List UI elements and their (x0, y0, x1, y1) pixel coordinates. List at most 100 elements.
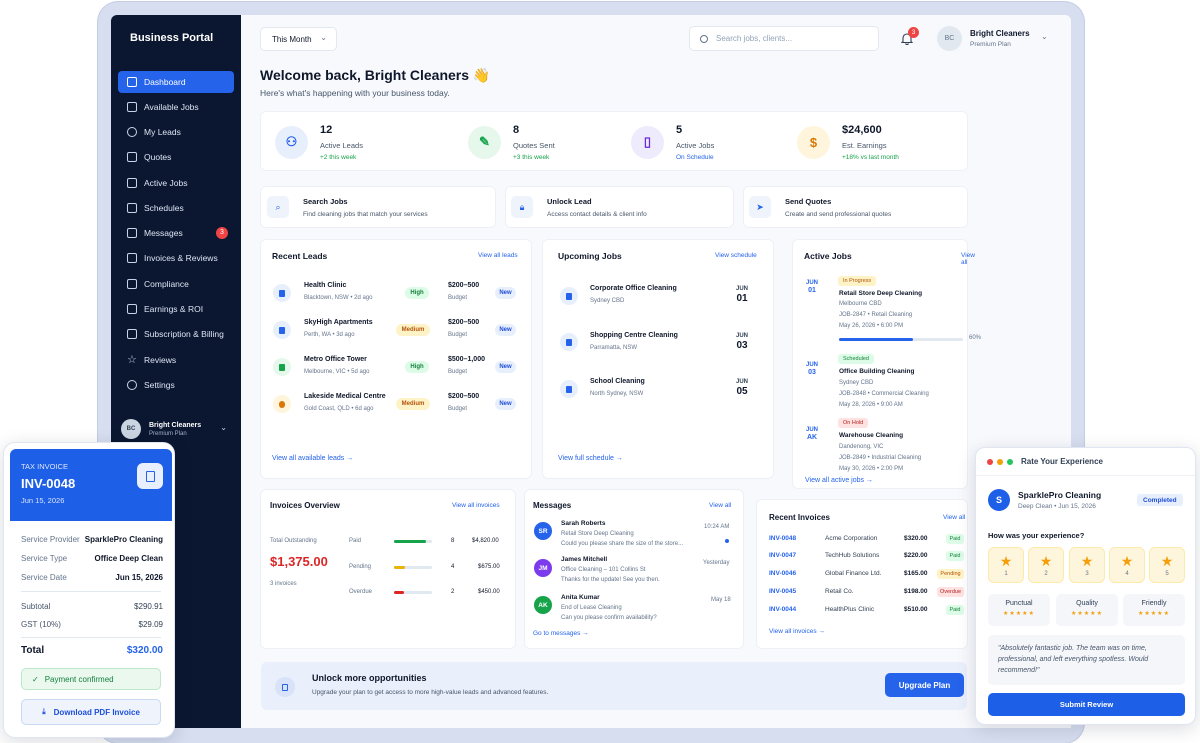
view-all-available-leads-link[interactable]: View all available leads → (272, 455, 353, 462)
go-to-messages-link[interactable]: Go to messages → (533, 630, 589, 637)
stat-active-leads[interactable]: ⚇ 12 Active Leads +2 this week (275, 112, 363, 172)
stat-quotes-sent[interactable]: ✎ 8 Quotes Sent +3 this week (468, 112, 555, 172)
message-sender[interactable]: James Mitchell (561, 556, 607, 563)
sidebar-user[interactable]: BC Bright Cleaners Premium Plan ⌄ (121, 417, 233, 441)
sidebar-item-invoices-reviews[interactable]: Invoices & Reviews (118, 247, 234, 269)
sidebar-item-earnings[interactable]: Earnings & ROI (118, 298, 234, 320)
star-rating-3[interactable]: ★ 3 (1069, 547, 1105, 583)
invoice-status-amount: $450.00 (478, 589, 500, 595)
job-name[interactable]: Warehouse Cleaning (839, 432, 903, 439)
view-all-leads-link[interactable]: View all leads (478, 252, 518, 259)
sidebar-item-available-jobs[interactable]: Available Jobs (118, 96, 234, 118)
document-icon (275, 677, 295, 697)
gst-label: GST (10%) (21, 620, 61, 629)
status-badge: Overdue (937, 587, 964, 597)
sidebar-user-plan: Premium Plan (149, 430, 187, 437)
sidebar-item-compliance[interactable]: Compliance (118, 273, 234, 295)
brand-title: Business Portal (130, 32, 214, 44)
invoice-id[interactable]: INV-0045 (769, 588, 796, 595)
job-name[interactable]: Shopping Centre Cleaning (590, 332, 678, 339)
sidebar-item-settings[interactable]: Settings (118, 374, 234, 396)
search-input[interactable]: Search jobs, clients... (689, 26, 879, 51)
quick-action-send-quotes[interactable]: ➤ Send Quotes Create and send professiona… (743, 186, 968, 228)
avatar[interactable]: BC (937, 26, 962, 51)
submit-review-button[interactable]: Submit Review (988, 693, 1185, 716)
criteria-stars: ★★★★★ (1003, 611, 1035, 617)
sidebar-item-reviews[interactable]: ☆ Reviews (118, 349, 234, 371)
outstanding-amount: $1,375.00 (270, 554, 328, 569)
sidebar-item-my-leads[interactable]: My Leads (118, 121, 234, 143)
view-all-invoices-link[interactable]: View all invoices (452, 502, 500, 509)
lead-budget: $200–500 (448, 282, 480, 289)
download-pdf-button[interactable]: ⤓ Download PDF Invoice (21, 699, 161, 725)
sidebar-item-active-jobs[interactable]: Active Jobs (118, 172, 234, 194)
date-month: JUN (806, 280, 819, 286)
view-all-invoices-link[interactable]: View all (943, 514, 965, 521)
invoice-id[interactable]: INV-0047 (769, 552, 796, 559)
maximize-dot[interactable] (1007, 459, 1013, 465)
invoice-id[interactable]: INV-0048 (769, 535, 796, 542)
quick-action-unlock-lead[interactable]: 🔒︎ Unlock Lead Access contact details & c… (505, 186, 734, 228)
criteria-label: Quality (1076, 600, 1098, 607)
status-badge: New (495, 361, 516, 373)
job-name[interactable]: Corporate Office Cleaning (590, 285, 677, 292)
invoice-id[interactable]: INV-0046 (769, 570, 796, 577)
criteria-punctual[interactable]: Punctual ★★★★★ (988, 594, 1050, 626)
sidebar-item-dashboard[interactable]: Dashboard (118, 71, 234, 93)
lead-name[interactable]: SkyHigh Apartments (304, 319, 373, 326)
invoice-status-count: 2 (451, 589, 455, 595)
star-rating-5[interactable]: ★ 5 (1149, 547, 1185, 583)
criteria-friendly[interactable]: Friendly ★★★★★ (1123, 594, 1185, 626)
stat-active-jobs[interactable]: ▯ 5 Active Jobs On Schedule (631, 112, 714, 172)
upgrade-plan-button[interactable]: Upgrade Plan (885, 673, 964, 697)
job-name[interactable]: Retail Store Deep Cleaning (839, 290, 922, 297)
period-select[interactable]: This Month ⌄ (260, 27, 337, 51)
date-day: 05 (736, 386, 748, 397)
shopping-icon (560, 333, 578, 351)
sidebar-item-label: Subscription & Billing (144, 329, 224, 339)
invoice-client: Acme Corporation (825, 535, 878, 542)
view-all-messages-link[interactable]: View all (709, 502, 731, 509)
message-sender[interactable]: Anita Kumar (561, 594, 600, 601)
star-rating-2[interactable]: ★ 2 (1028, 547, 1064, 583)
star-icon: ★ (999, 553, 1013, 569)
quick-action-search-jobs[interactable]: ⌕ Search Jobs Find cleaning jobs that mat… (260, 186, 496, 228)
sidebar-item-subscription[interactable]: Subscription & Billing (118, 323, 234, 345)
sidebar-item-schedules[interactable]: Schedules (118, 197, 234, 219)
panel-title: Messages (533, 501, 572, 510)
view-all-invoices-footer-link[interactable]: View all invoices → (769, 628, 825, 635)
minimize-dot[interactable] (997, 459, 1003, 465)
job-ref: JOB-2847 • Retail Cleaning (839, 312, 913, 318)
download-pdf-label: Download PDF Invoice (53, 707, 140, 717)
invoice-id[interactable]: INV-0044 (769, 606, 796, 613)
review-textarea[interactable]: "Absolutely fantastic job. The team was … (988, 635, 1185, 685)
message-sender[interactable]: Sarah Roberts (561, 520, 605, 527)
close-dot[interactable] (987, 459, 993, 465)
view-all-active-link[interactable]: View all (961, 252, 975, 266)
avatar: JM (534, 559, 552, 577)
avatar: AK (534, 596, 552, 614)
message-subject: End of Lease Cleaning (561, 605, 622, 611)
lead-name[interactable]: Metro Office Tower (304, 356, 367, 363)
job-place: Dandenong, VIC (839, 444, 884, 450)
sidebar-item-messages[interactable]: Messages 3 (118, 222, 234, 244)
date-day: 01 (736, 293, 748, 304)
stat-earnings[interactable]: $ $24,600 Est. Earnings +18% vs last month (797, 112, 899, 172)
star-rating-1[interactable]: ★ 1 (988, 547, 1024, 583)
lead-name[interactable]: Lakeside Medical Centre (304, 393, 386, 400)
criteria-quality[interactable]: Quality ★★★★★ (1056, 594, 1118, 626)
view-full-schedule-link[interactable]: View full schedule → (558, 455, 623, 462)
view-all-active-jobs-link[interactable]: View all active jobs → (805, 477, 873, 484)
star-icon: ★ (1120, 553, 1134, 569)
job-name[interactable]: School Cleaning (590, 378, 645, 385)
date-day: AK (806, 434, 818, 441)
user-name: Bright Cleaners (970, 29, 1030, 38)
chevron-down-icon[interactable]: ⌄ (1041, 32, 1048, 41)
lead-name[interactable]: Health Clinic (304, 282, 346, 289)
star-rating-4[interactable]: ★ 4 (1109, 547, 1145, 583)
avatar: SR (534, 522, 552, 540)
job-name[interactable]: Office Building Cleaning (839, 368, 914, 375)
view-schedule-link[interactable]: View schedule (715, 252, 757, 259)
quick-action-desc: Find cleaning jobs that match your servi… (303, 210, 428, 218)
sidebar-item-quotes[interactable]: Quotes (118, 146, 234, 168)
